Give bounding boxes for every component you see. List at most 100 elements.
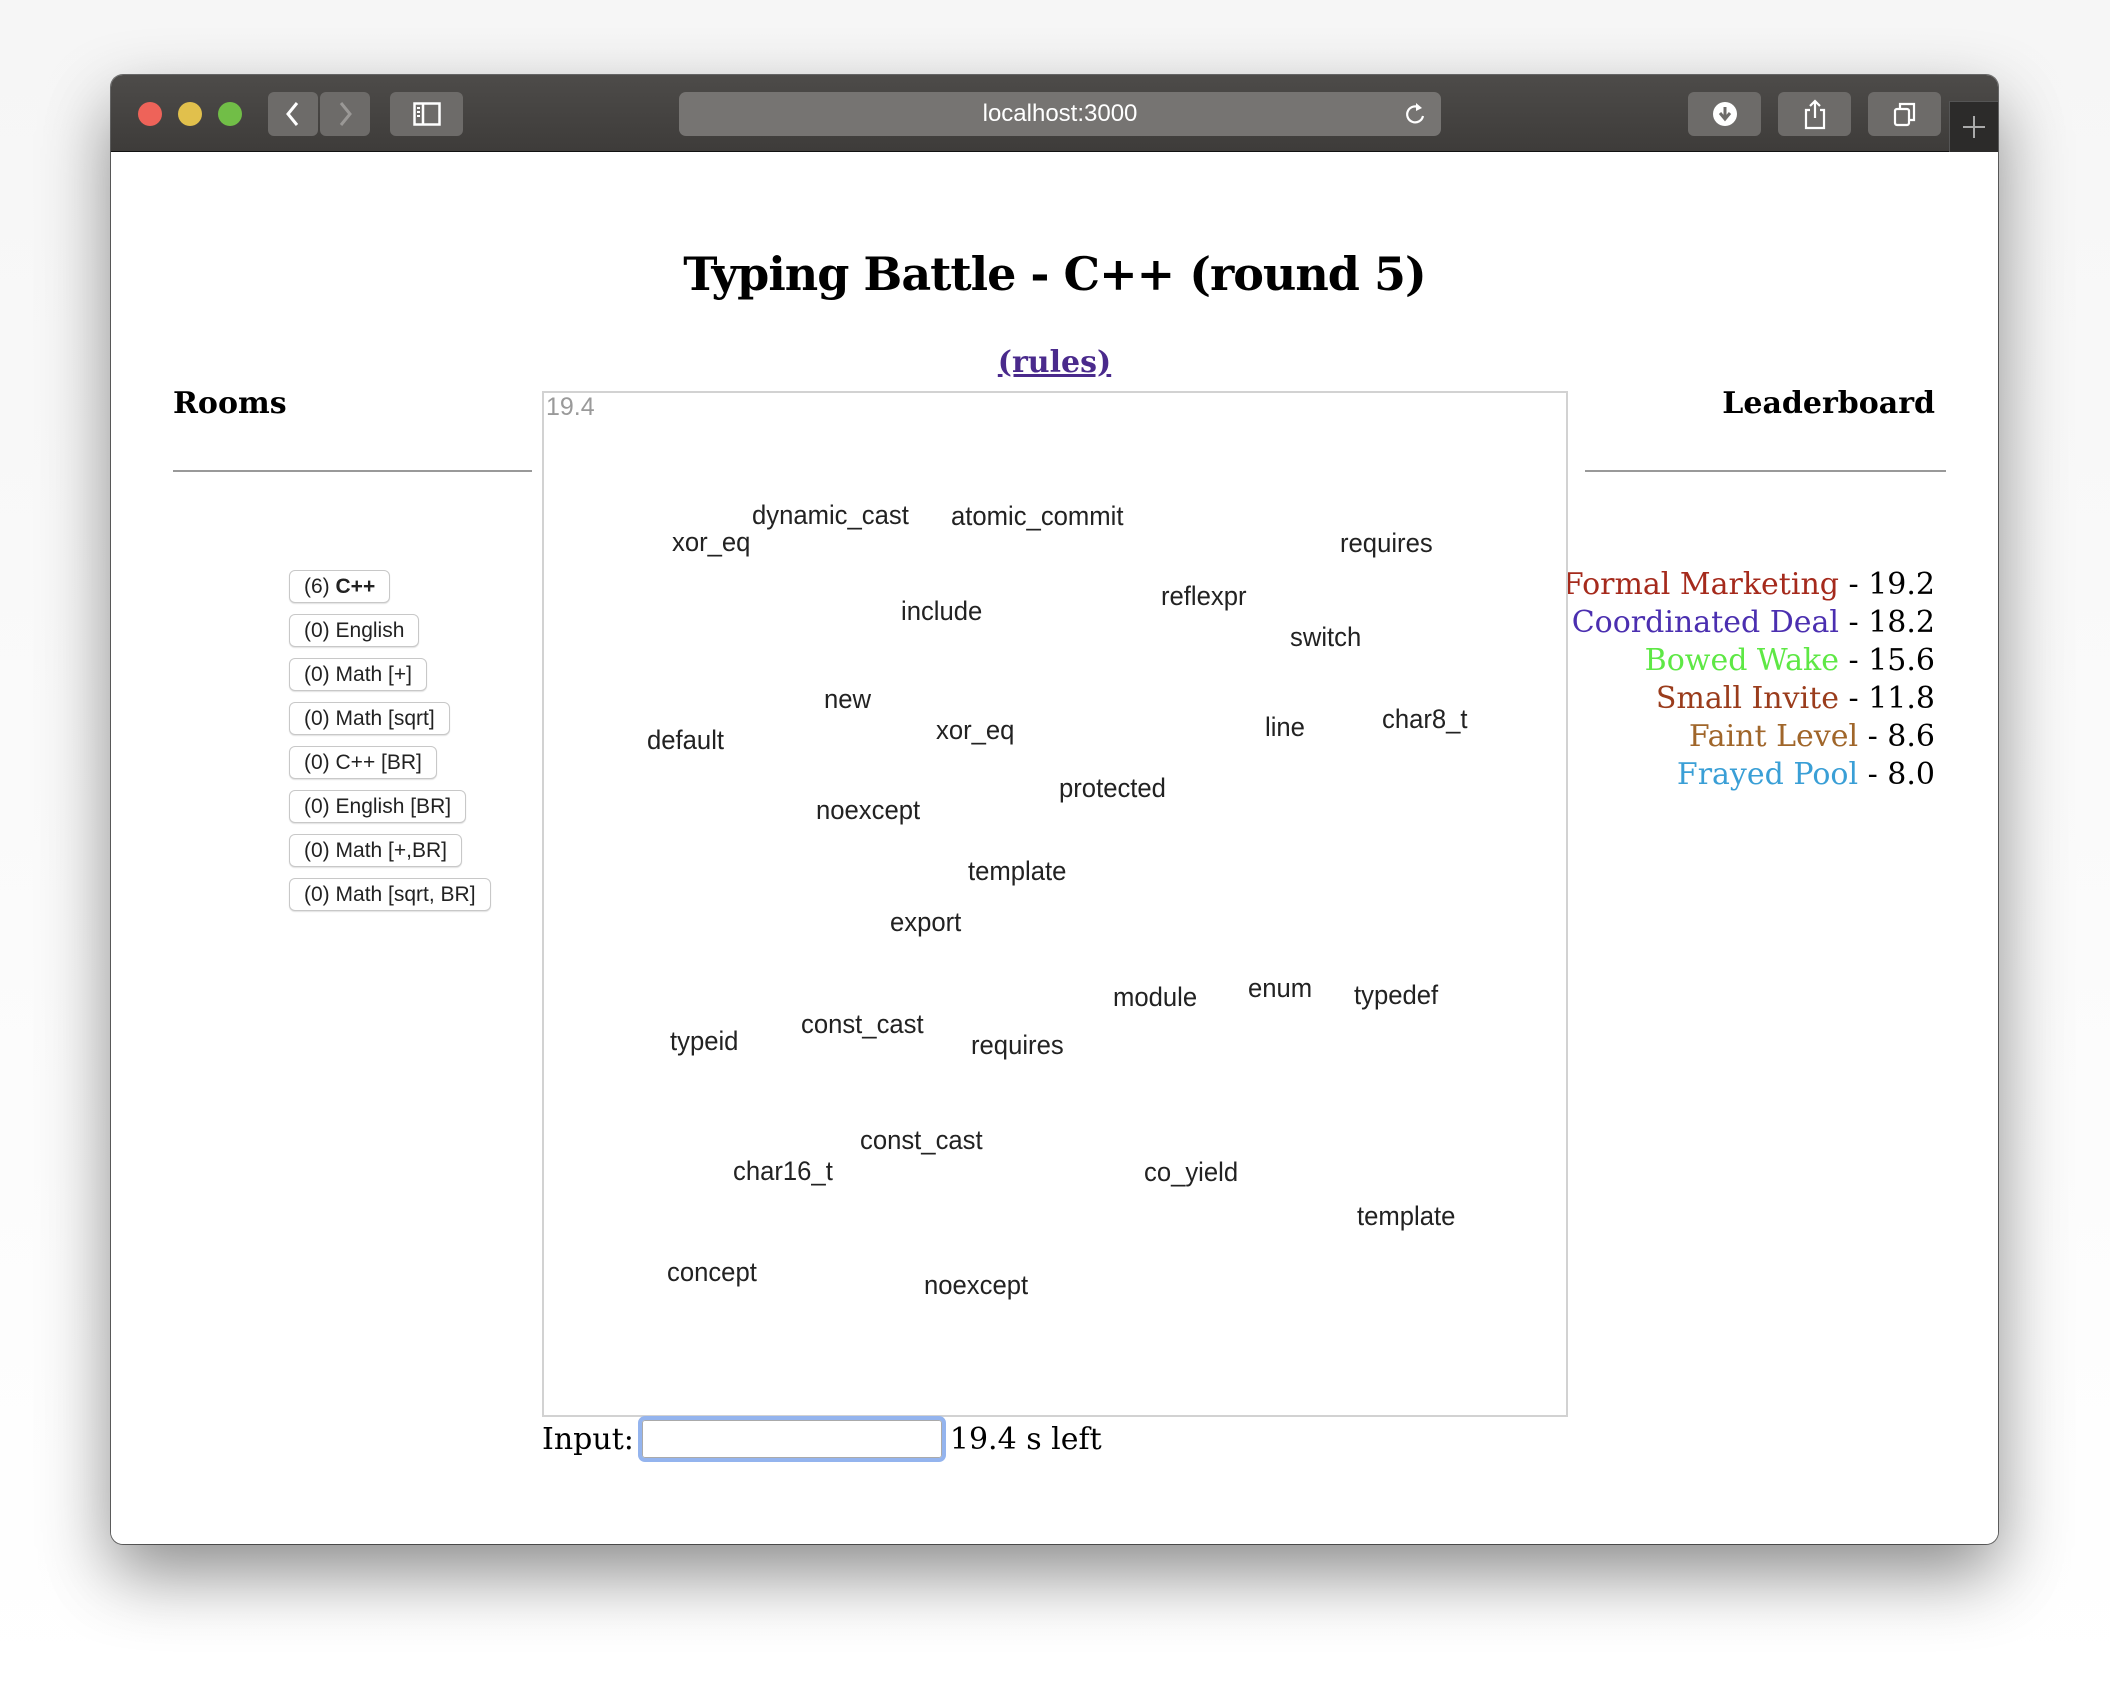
new-tab-button[interactable] — [1949, 101, 1998, 152]
input-row: Input: 19.4 s left — [542, 1416, 1102, 1462]
zoom-window-button[interactable] — [218, 102, 242, 126]
falling-word: xor_eq — [672, 527, 751, 557]
room-count: (0) — [304, 883, 330, 906]
falling-word: typedef — [1354, 980, 1439, 1010]
room-count: (0) — [304, 707, 330, 730]
typing-input[interactable] — [637, 1416, 946, 1462]
falling-word: template — [1357, 1201, 1456, 1231]
room-name: English [BR] — [335, 795, 452, 818]
room-name: Math [+,BR] — [335, 839, 447, 862]
tabs-overview-button[interactable] — [1868, 92, 1941, 136]
falling-word: requires — [1340, 528, 1433, 558]
close-window-button[interactable] — [138, 102, 162, 126]
falling-word: const_cast — [801, 1009, 924, 1039]
falling-word: default — [647, 725, 725, 755]
leaderboard-entry: Small Invite - 11.8 — [1563, 680, 1935, 718]
browser-toolbar: localhost:3000 — [111, 75, 1998, 152]
leaderboard-heading: Leaderboard — [1722, 386, 1935, 421]
falling-word: xor_eq — [936, 715, 1015, 745]
falling-word: template — [968, 856, 1067, 886]
leaderboard-entry: Bowed Wake - 15.6 — [1563, 642, 1935, 680]
room-name: Math [sqrt] — [335, 707, 435, 730]
download-icon — [1712, 102, 1737, 126]
score-separator: - — [1838, 681, 1869, 716]
room-button[interactable]: (6) C++ — [289, 570, 391, 603]
page-content: Typing Battle - C++ (round 5) (rules) Ro… — [111, 152, 1998, 1544]
score-separator: - — [1838, 643, 1869, 678]
player-name: Bowed Wake — [1644, 643, 1839, 678]
room-button[interactable]: (0) Math [+] — [289, 658, 427, 691]
time-left: 19.4 s left — [949, 1421, 1102, 1457]
falling-word: new — [824, 684, 872, 714]
room-button[interactable]: (0) English [BR] — [289, 790, 467, 823]
reload-icon — [1406, 103, 1425, 124]
address-bar[interactable]: localhost:3000 — [679, 92, 1441, 136]
falling-word: co_yield — [1144, 1157, 1239, 1187]
chevron-left-icon — [286, 102, 299, 126]
plus-icon — [1963, 116, 1985, 138]
score-separator: - — [1838, 605, 1869, 640]
falling-word: line — [1265, 712, 1305, 742]
room-button[interactable]: (0) Math [sqrt, BR] — [289, 878, 491, 911]
player-name: Small Invite — [1655, 681, 1839, 716]
falling-word: enum — [1248, 973, 1313, 1003]
room-count: (0) — [304, 663, 330, 686]
falling-word: switch — [1290, 622, 1362, 652]
rooms-heading: Rooms — [173, 386, 287, 421]
falling-word: requires — [971, 1030, 1064, 1060]
score-separator: - — [1858, 719, 1888, 754]
share-icon — [1804, 99, 1825, 130]
room-button[interactable]: (0) C++ [BR] — [289, 746, 437, 779]
room-count: (6) — [304, 575, 330, 598]
minimize-window-button[interactable] — [178, 102, 202, 126]
score-separator: - — [1858, 757, 1888, 792]
page-title: Typing Battle - C++ (round 5) — [683, 247, 1426, 301]
room-button[interactable]: (0) English — [289, 614, 420, 647]
player-name: Coordinated Deal — [1571, 605, 1839, 640]
player-score: 18.2 — [1868, 605, 1935, 640]
room-button[interactable]: (0) Math [+,BR] — [289, 834, 462, 867]
falling-word: include — [901, 596, 983, 626]
room-count: (0) — [304, 795, 330, 818]
room-name: Math [+] — [335, 663, 412, 686]
falling-word: concept — [667, 1257, 757, 1287]
sidebar-icon — [412, 102, 441, 126]
rules-link[interactable]: (rules) — [111, 345, 1998, 380]
player-score: 8.6 — [1887, 719, 1935, 754]
room-button[interactable]: (0) Math [sqrt] — [289, 702, 450, 735]
leaderboard-divider — [1585, 470, 1946, 472]
falling-word: const_cast — [860, 1125, 983, 1155]
player-score: 15.6 — [1868, 643, 1935, 678]
score-separator: - — [1838, 567, 1869, 602]
room-count: (0) — [304, 839, 330, 862]
reload-button[interactable] — [1403, 100, 1427, 135]
sidebar-button[interactable] — [390, 92, 463, 136]
room-count: (0) — [304, 751, 330, 774]
leaderboard-list: Formal Marketing - 19.2 Coordinated Deal … — [1563, 566, 1935, 794]
rooms-divider — [173, 470, 532, 472]
room-name: C++ — [335, 575, 376, 598]
room-name: Math [sqrt, BR] — [335, 883, 476, 906]
falling-word: noexcept — [924, 1270, 1029, 1300]
leaderboard-entry: Faint Level - 8.6 — [1563, 718, 1935, 756]
falling-word: dynamic_cast — [752, 500, 909, 530]
player-score: 11.8 — [1868, 681, 1935, 716]
falling-word: char8_t — [1382, 704, 1468, 734]
forward-button[interactable] — [320, 92, 370, 136]
room-name: English — [335, 619, 405, 642]
player-score: 19.2 — [1868, 567, 1935, 602]
leaderboard-entry: Formal Marketing - 19.2 — [1563, 566, 1935, 604]
tabs-icon — [1893, 102, 1915, 127]
falling-word: typeid — [670, 1026, 739, 1056]
back-button[interactable] — [268, 92, 318, 136]
falling-word: export — [890, 907, 962, 937]
falling-word: atomic_commit — [951, 501, 1124, 531]
share-button[interactable] — [1778, 92, 1851, 136]
room-count: (0) — [304, 619, 330, 642]
downloads-button[interactable] — [1688, 92, 1761, 136]
browser-window: localhost:3000 Typing Battle - C++ (roun… — [111, 75, 1998, 1544]
game-field: 19.4 xor_eq dynamic_cast atomic_commit r… — [542, 391, 1568, 1417]
input-label: Input: — [542, 1421, 634, 1457]
player-name: Formal Marketing — [1562, 567, 1839, 602]
chevron-right-icon — [339, 102, 352, 126]
